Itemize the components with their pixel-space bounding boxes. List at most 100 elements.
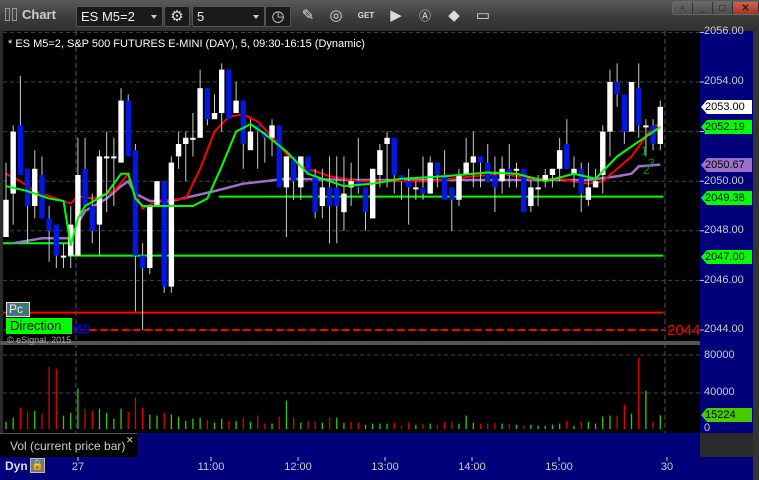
pc-label: Pc (6, 302, 30, 317)
price-axis-label: 2046.00 (704, 274, 744, 286)
close-study-icon[interactable]: ✕ (126, 435, 134, 446)
candle-body (132, 150, 139, 256)
chart-canvas[interactable] (0, 0, 759, 480)
candle-body (197, 88, 203, 138)
candle-body (470, 156, 477, 163)
candle-body (240, 100, 246, 144)
price-axis-label: 2056.00 (704, 25, 744, 37)
candle-body (269, 125, 275, 138)
candle-body (247, 131, 254, 151)
candle-body (513, 168, 520, 171)
volume-legend: Vol (current price bar) (0, 433, 137, 457)
candle-body (650, 125, 656, 144)
candle-body (139, 255, 146, 268)
volume-axis-label: 40000 (704, 386, 735, 398)
candle-body (161, 181, 167, 287)
time-axis-label: 15:00 (545, 461, 573, 473)
candle-body (103, 156, 110, 159)
legend-strip (137, 433, 700, 457)
candle-body (621, 94, 628, 132)
candle-body (441, 175, 448, 200)
level-tag: 2047.00 (701, 250, 752, 264)
candle-body (528, 187, 534, 206)
candle-body (147, 206, 153, 268)
candle-body (3, 199, 9, 237)
candle-body (643, 125, 649, 128)
candle-body (564, 144, 570, 169)
window-border-right (753, 31, 759, 480)
candle-body (319, 187, 326, 206)
candle-body (636, 88, 642, 126)
candle-body (168, 162, 175, 287)
candle-body (578, 168, 584, 194)
direction-label: Direction (6, 318, 72, 334)
time-axis-label: 12:00 (284, 461, 312, 473)
candle-body (53, 224, 60, 256)
candle-body (283, 156, 290, 188)
candle-body (614, 82, 620, 95)
candle-body (276, 125, 282, 188)
candle-body (82, 168, 88, 206)
candle-body (32, 168, 38, 206)
candle-body (326, 187, 333, 206)
candle-body (17, 125, 24, 175)
lock-icon[interactable]: 🔒 (30, 458, 45, 473)
candle-body (211, 113, 218, 120)
price-axis-label: 2050.00 (704, 175, 744, 187)
time-axis-label: 13:00 (371, 461, 399, 473)
dynamic-mode-label[interactable]: Dyn (5, 459, 28, 473)
candle-body (607, 82, 613, 132)
candle-body (535, 187, 541, 190)
candle-body (334, 187, 340, 206)
candle-body (377, 150, 383, 175)
level-2044-label: 2044 (667, 322, 701, 339)
candle-body (369, 168, 376, 219)
candle-body (420, 187, 426, 194)
candle-body (391, 137, 397, 175)
study-link[interactable]: om (73, 320, 90, 334)
candle-body (463, 162, 469, 175)
candle-body (362, 187, 369, 213)
time-axis-label: 27 (71, 461, 85, 473)
candle-body (298, 156, 304, 188)
copyright: © eSignal, 2015 (7, 335, 72, 345)
chart-title: * ES M5=2, S&P 500 FUTURES E-MINI (DAY),… (8, 38, 365, 50)
candle-body (219, 69, 225, 113)
candle-body (585, 187, 592, 200)
candle-body (89, 206, 95, 231)
candle-body (592, 181, 599, 188)
candle-body (657, 106, 663, 144)
candle-body (10, 131, 16, 194)
wave-label-1: 1 (641, 144, 648, 158)
candle-body (341, 193, 347, 213)
candle-body (111, 156, 117, 159)
candle-body (226, 69, 232, 120)
panel-divider (0, 341, 700, 345)
time-axis-label: 14:00 (458, 461, 486, 473)
candle-body (384, 137, 390, 144)
level-tag: 2049.38 (701, 191, 752, 205)
candle-body (60, 255, 67, 258)
vwap-tag: 2050.67 (701, 158, 752, 172)
wave-label-3: 3 (648, 156, 655, 170)
candle-body (204, 88, 211, 120)
candle-body (125, 100, 131, 157)
last-price-tag: 2053.00 (701, 100, 752, 114)
candle-body (413, 187, 419, 190)
candle-body (154, 181, 160, 206)
candle-body (183, 137, 189, 144)
candle-body (456, 175, 462, 200)
time-axis-label: 11:00 (197, 461, 225, 473)
candle-body (449, 187, 455, 200)
volume-panel (3, 345, 700, 433)
candle-body (556, 150, 563, 169)
candle-body (175, 144, 182, 157)
candle-body (405, 181, 412, 188)
candle-body (312, 175, 318, 213)
candle-body (96, 156, 103, 225)
volume-axis-label: 0 (704, 422, 711, 434)
candle-body (190, 137, 196, 140)
candle-body (477, 156, 484, 163)
candle-body (549, 168, 556, 175)
volume-axis-label: 80000 (704, 349, 735, 361)
